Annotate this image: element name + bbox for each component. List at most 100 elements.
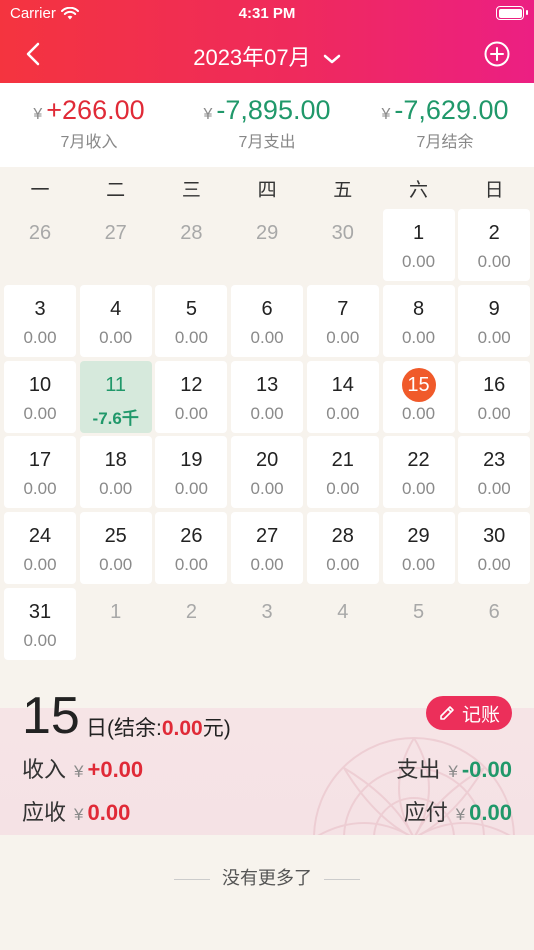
day-number: 4 (110, 297, 122, 320)
calendar-day[interactable]: 26 0.00 (155, 512, 228, 585)
income-label: 7月收入 (60, 134, 118, 151)
month-selector[interactable]: 2023年07月 (0, 40, 534, 72)
currency-symbol: ¥ (33, 106, 43, 123)
calendar-day[interactable]: 23 0.00 (458, 436, 531, 509)
calendar-day[interactable]: 24 0.00 (4, 512, 76, 585)
day-number: 27 (104, 222, 127, 244)
calendar-day[interactable]: 9 0.00 (458, 284, 531, 357)
day-number: 1 (412, 222, 425, 244)
day-number: 26 (180, 525, 203, 548)
today-marker: 15 (401, 367, 436, 402)
day-number: 20 (255, 449, 279, 472)
calendar-day[interactable]: 2 0.00 (458, 209, 531, 281)
day-number: 5 (412, 601, 425, 623)
calendar-day[interactable]: 22 0.00 (382, 436, 455, 509)
calendar-day[interactable]: 8 0.00 (382, 284, 455, 357)
calendar-day[interactable]: 19 0.00 (155, 436, 228, 509)
day-number: 27 (255, 525, 279, 548)
day-amount: 0.00 (23, 327, 57, 347)
month-expense[interactable]: ¥ -7,895.00 7月支出 (178, 95, 356, 152)
day-amount: 0.00 (401, 555, 436, 575)
day-number: 1 (110, 601, 122, 623)
calendar-day[interactable]: 13 0.00 (231, 360, 304, 433)
day-amount: -7.6千 (92, 408, 139, 428)
weekday-label: 二 (106, 180, 126, 201)
day-amount: 0.00 (250, 555, 284, 575)
calendar-day[interactable]: 30 0.00 (458, 512, 531, 585)
day-amount: 0.00 (326, 403, 360, 423)
currency-symbol: ¥ (203, 106, 213, 123)
calendar-day-today[interactable]: 15 0.00 (382, 360, 455, 433)
day-amount: 0.00 (99, 555, 133, 575)
calendar-day-outside: 5 (383, 588, 455, 660)
status-time: 4:31 PM (238, 5, 296, 22)
month-income[interactable]: ¥ +266.00 7月收入 (0, 95, 178, 152)
calendar-day[interactable]: 12 0.00 (155, 360, 228, 433)
calendar-day[interactable]: 20 0.00 (231, 436, 304, 509)
day-number: 22 (407, 449, 430, 472)
calendar-day[interactable]: 27 0.00 (231, 512, 304, 585)
calendar-day[interactable]: 29 0.00 (382, 512, 455, 585)
day-number: 10 (28, 373, 52, 396)
weekday-label: 一 (30, 180, 50, 201)
calendar-day[interactable]: 28 0.00 (306, 512, 379, 585)
calendar-day[interactable]: 6 0.00 (231, 284, 304, 357)
weekday-label: 日 (484, 180, 504, 201)
nav-bar: 2023年07月 (0, 28, 534, 80)
calendar-day[interactable]: 25 0.00 (79, 512, 152, 585)
calendar-day[interactable]: 18 0.00 (79, 436, 152, 509)
day-number: 14 (331, 373, 354, 396)
balance-label: 7月结余 (416, 134, 474, 151)
calendar-day[interactable]: 14 0.00 (306, 360, 379, 433)
day-amount: 0.00 (23, 631, 57, 650)
day-payable-row: 应付 ¥0.00 (403, 800, 512, 825)
calendar-day[interactable]: 16 0.00 (458, 360, 531, 433)
day-amount: 0.00 (23, 555, 57, 575)
income-value: +266.00 (46, 95, 145, 125)
day-income-row: 收入 ¥ +0.00 (22, 757, 144, 782)
battery-icon (496, 6, 528, 20)
day-number: 21 (331, 449, 354, 472)
calendar-day[interactable]: 1 0.00 (382, 209, 455, 281)
calendar-day[interactable]: 10 0.00 (4, 360, 76, 433)
calendar-day-outside: 28 (155, 209, 227, 281)
calendar-day[interactable]: 17 0.00 (4, 436, 76, 509)
day-number: 26 (28, 222, 52, 244)
day-number: 28 (180, 222, 203, 244)
weekday-label: 六 (408, 180, 428, 201)
day-number: 17 (28, 449, 52, 472)
selected-day-balance: 日(结余:0.00元) (86, 717, 231, 740)
currency-symbol: ¥ (381, 106, 391, 123)
day-number: 19 (180, 449, 203, 472)
add-circle-icon[interactable] (484, 41, 510, 67)
calendar-day[interactable]: 21 0.00 (306, 436, 379, 509)
calendar-day[interactable]: 4 0.00 (79, 284, 152, 357)
calendar-day[interactable]: 7 0.00 (306, 284, 379, 357)
calendar-day[interactable]: 5 0.00 (155, 284, 228, 357)
day-number: 4 (337, 601, 349, 623)
calendar-day-outside: 29 (231, 209, 303, 281)
calendar-day[interactable]: 11 -7.6千 (79, 360, 152, 433)
day-receivable-row: 应收 ¥0.00 (22, 800, 131, 825)
calendar-day[interactable]: 31 0.00 (4, 588, 76, 660)
day-amount: 0.00 (401, 403, 436, 423)
calendar-day-outside: 27 (80, 209, 152, 281)
day-number: 25 (104, 525, 127, 548)
day-amount: 0.00 (250, 479, 284, 499)
day-number: 30 (483, 525, 506, 548)
day-amount: 0.00 (174, 327, 208, 347)
calendar-day-outside: 26 (4, 209, 76, 281)
day-amount: 0.00 (477, 252, 511, 271)
month-balance[interactable]: ¥ -7,629.00 7月结余 (356, 95, 534, 152)
day-number: 28 (331, 525, 354, 548)
calendar-day-outside: 1 (80, 588, 152, 660)
day-number: 3 (261, 601, 273, 623)
day-amount: 0.00 (477, 327, 511, 347)
record-button[interactable]: 记账 (425, 696, 512, 730)
divider (174, 878, 210, 880)
day-number: 29 (255, 222, 279, 244)
selected-day-number: 15 (22, 687, 80, 745)
no-more-text: 没有更多了 (222, 868, 312, 888)
weekday-label: 五 (333, 180, 353, 201)
calendar-day[interactable]: 3 0.00 (4, 284, 76, 357)
